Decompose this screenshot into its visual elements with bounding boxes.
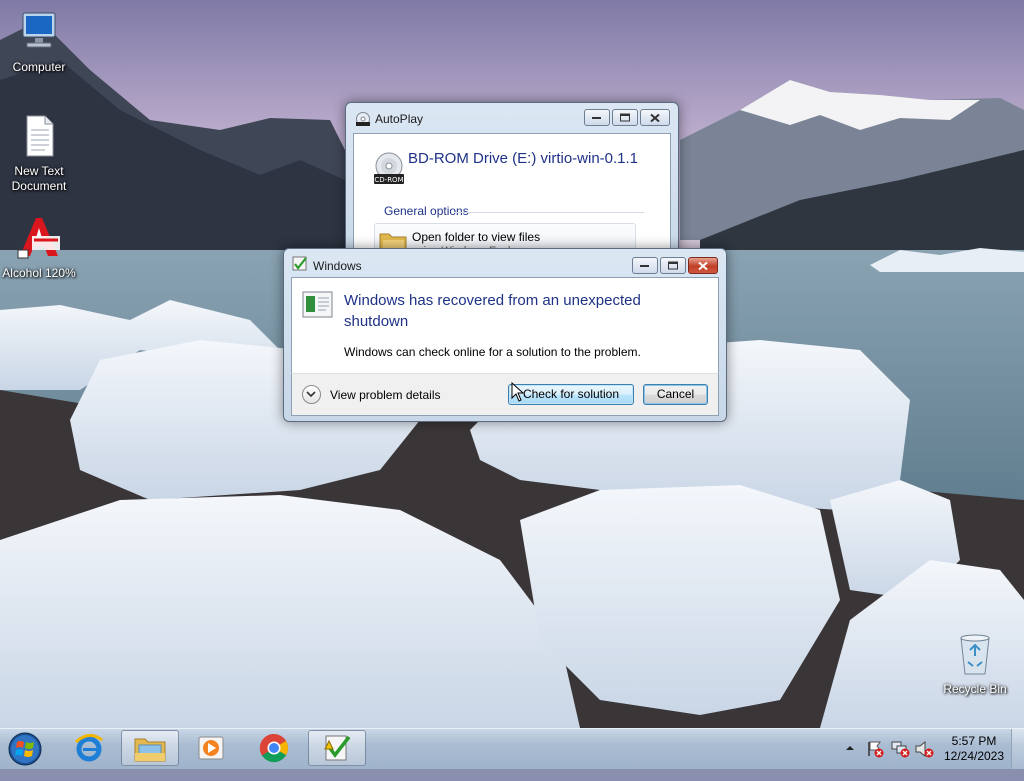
close-button[interactable] [640,109,670,126]
chevron-down-icon [302,385,321,404]
windows-explorer-icon [134,738,166,762]
media-player-icon [198,736,224,760]
group-divider [454,212,644,213]
desktop-icon-recycle-bin[interactable]: Recycle Bin [937,632,1013,697]
computer-icon [1,10,77,58]
desktop-icon-label-line2: Document [11,179,67,193]
taskbar: 5:57 PM 12/24/2023 [0,728,1024,769]
internet-explorer-icon [74,734,103,762]
close-icon [698,261,708,270]
minimize-icon [592,116,601,119]
volume-icon[interactable] [914,740,934,780]
desktop-icon-label: Recycle Bin [943,682,1007,696]
maximize-button[interactable] [612,109,638,126]
system-clock[interactable]: 5:57 PM 12/24/2023 [938,734,1010,764]
chrome-icon [259,733,288,763]
dialog-title: Windows [313,259,362,273]
taskbar-problem-reports[interactable] [308,730,366,766]
minimize-button[interactable] [584,109,610,126]
taskbar-chrome[interactable] [245,730,303,766]
cd-rom-drive-icon: CD-ROM [372,152,406,189]
autoplay-title: AutoPlay [375,112,424,126]
view-problem-details-label: View problem details [330,387,441,402]
minimize-icon [640,264,649,267]
view-problem-details-toggle[interactable]: View problem details [302,385,441,404]
desktop-icon-label: Computer [12,60,66,74]
general-options-heading: General options [384,204,469,218]
dialog-message: Windows can check online for a solution … [344,345,641,359]
desktop-icon-label-line1: New Text [14,164,64,178]
close-icon [650,113,660,122]
desktop-icon-alcohol-120[interactable]: Alcohol 120% [1,216,77,281]
drive-label: BD-ROM Drive (E:) virtio-win-0.1.1 [408,150,639,167]
mouse-cursor-icon [511,381,525,405]
problem-reports-icon [324,735,351,761]
autoplay-titlebar[interactable]: AutoPlay [346,103,678,133]
taskbar-windows-explorer[interactable] [121,730,179,766]
text-document-icon [1,114,77,162]
windows-alert-icon [302,291,334,322]
desktop-icon-new-text-document[interactable]: New Text Document [1,114,77,194]
start-button[interactable] [5,730,45,768]
cd-rom-badge-text: CD-ROM [374,176,403,184]
chevron-up-icon [846,746,854,750]
dialog-heading: Windows has recovered from an unexpected… [344,292,641,330]
autoplay-icon [355,111,371,130]
action-center-icon[interactable] [866,740,884,780]
cancel-button[interactable]: Cancel [643,384,708,405]
clock-date: 12/24/2023 [943,749,1005,763]
maximize-icon [668,261,678,269]
desktop-icon-label: Alcohol 120% [2,266,76,280]
show-desktop-button[interactable] [1011,729,1024,769]
network-icon[interactable] [890,740,910,780]
recycle-bin-icon [937,632,1013,680]
show-hidden-icons-button[interactable] [845,741,855,781]
dialog-footer: View problem details Check for solution … [291,373,719,416]
check-for-solution-button[interactable]: Check for solution [508,384,634,405]
taskbar-media-player[interactable] [182,730,240,766]
open-folder-label: Open folder to view files [412,230,541,244]
close-button[interactable] [688,257,718,274]
maximize-button[interactable] [660,257,686,274]
dialog-titlebar[interactable]: Windows [284,249,726,279]
windows-orb-icon [8,732,42,766]
dialog-content: Windows has recovered from an unexpected… [291,277,719,374]
taskbar-internet-explorer[interactable] [60,730,118,766]
maximize-icon [620,113,630,121]
unexpected-shutdown-dialog[interactable]: Windows Windows has recovered from an un… [283,248,727,422]
problem-reports-icon [292,256,308,275]
desktop-icon-computer[interactable]: Computer [1,10,77,75]
alcohol-120-icon [1,216,77,264]
clock-time: 5:57 PM [951,734,997,748]
minimize-button[interactable] [632,257,658,274]
